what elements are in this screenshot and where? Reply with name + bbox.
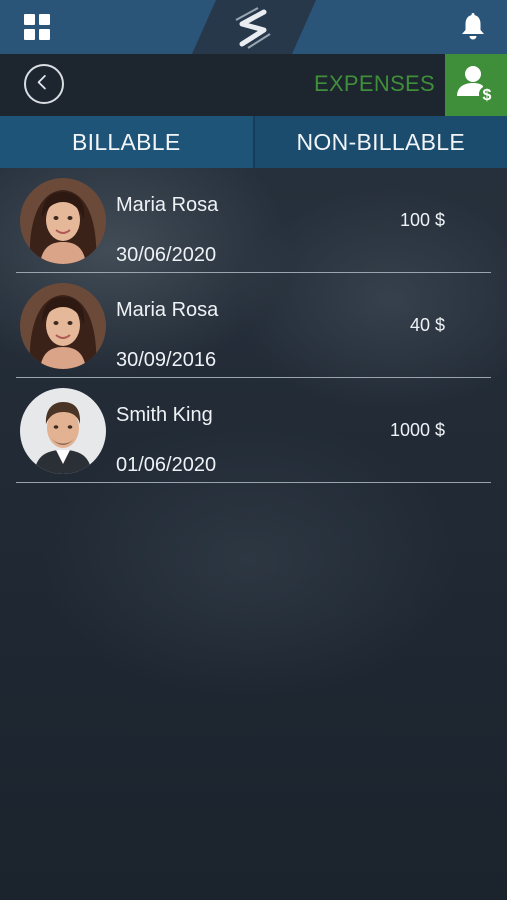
expense-amount: 100 $ [399,210,445,230]
sub-header: EXPENSES $ [0,54,507,116]
tab-non-billable[interactable]: NON-BILLABLE [254,116,507,168]
expense-name: Maria Rosa [116,299,219,321]
expenses-button[interactable]: $ [445,54,507,116]
back-button[interactable] [24,64,64,104]
expense-name: Smith King [116,404,213,426]
top-bar [0,0,507,54]
tab-billable[interactable]: BILLABLE [0,116,255,168]
avatar [20,283,106,369]
tab-bar: BILLABLE NON-BILLABLE [0,116,507,168]
bell-icon[interactable] [459,12,487,42]
expense-date: 30/09/2016 [116,349,217,371]
expenses-label: EXPENSES [313,71,435,96]
man-avatar-icon [20,388,106,474]
expense-name: Maria Rosa [116,194,219,216]
expense-row[interactable]: Maria Rosa 30/06/2020 100 $ [16,168,491,273]
avatar [20,388,106,474]
app-logo-icon[interactable] [192,0,316,54]
expense-amount: 1000 $ [389,420,445,440]
expense-row[interactable]: Maria Rosa 30/09/2016 40 $ [16,273,491,378]
user-dollar-icon: $ [457,66,495,104]
expense-row[interactable]: Smith King 01/06/2020 1000 $ [16,378,491,483]
svg-text:$: $ [483,87,492,104]
woman-avatar-icon [20,178,106,264]
grid-menu-icon[interactable] [24,14,52,42]
avatar [20,178,106,264]
expense-list: Maria Rosa 30/06/2020 100 $ Maria Rosa 3… [16,168,491,483]
expense-date: 30/06/2020 [116,244,217,266]
chevron-left-icon [37,75,46,90]
woman-avatar-icon [20,283,106,369]
expense-amount: 40 $ [409,315,445,335]
expense-date: 01/06/2020 [116,454,217,476]
